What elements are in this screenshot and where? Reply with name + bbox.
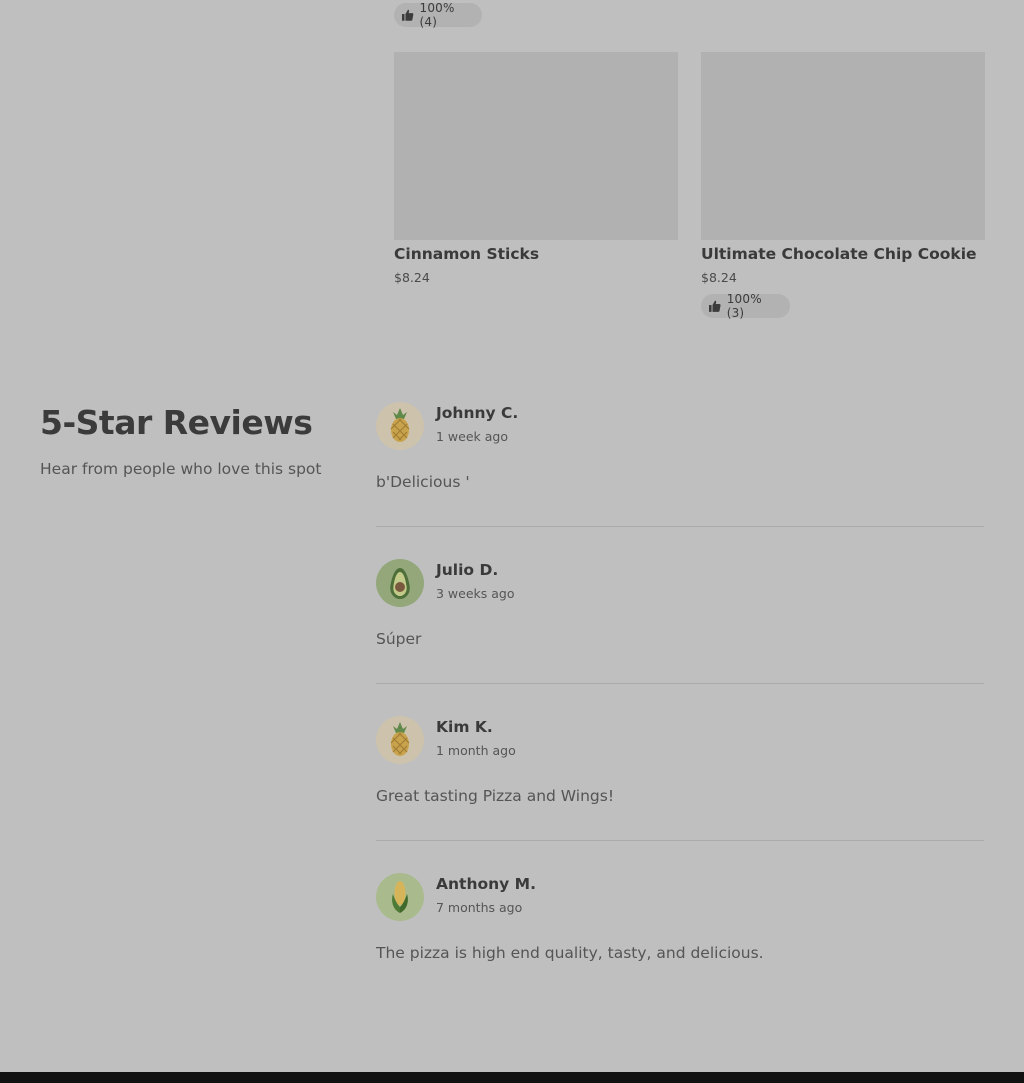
avatar [376, 873, 424, 921]
review-text: b'Delicious ' [376, 473, 470, 491]
product-image-placeholder[interactable] [701, 52, 985, 240]
rating-badge: 100% (4) [394, 1, 482, 29]
review-item: Julio D. 3 weeks ago Súper [376, 559, 984, 659]
product-name: Cinnamon Sticks [394, 245, 540, 263]
product-name: Ultimate Chocolate Chip Cookie [701, 245, 977, 263]
review-time: 1 month ago [436, 743, 516, 758]
product-card[interactable]: Ultimate Chocolate Chip Cookie $8.24 100… [701, 52, 985, 320]
product-price: $8.24 [394, 270, 430, 285]
review-time: 3 weeks ago [436, 586, 515, 601]
thumbs-up-icon [402, 9, 414, 21]
rating-text: 100% (3) [726, 292, 762, 320]
divider [376, 840, 984, 841]
reviewer-name: Kim K. [436, 718, 493, 736]
reviews-section-subtitle: Hear from people who love this spot [40, 460, 322, 478]
product-price: $8.24 [701, 270, 737, 285]
pineapple-icon [390, 408, 410, 442]
reviews-section-title: 5-Star Reviews [40, 403, 313, 442]
reviewer-name: Johnny C. [436, 404, 519, 422]
review-item: Johnny C. 1 week ago b'Delicious ' [376, 402, 984, 502]
thumbs-up-icon [709, 300, 721, 312]
avocado-icon [390, 568, 410, 599]
review-time: 1 week ago [436, 429, 508, 444]
product-card[interactable]: Cinnamon Sticks $8.24 [394, 52, 678, 285]
rating-badge: 100% (3) [701, 292, 790, 320]
divider [376, 526, 984, 527]
corn-icon [392, 881, 408, 913]
review-time: 7 months ago [436, 900, 523, 915]
avatar [376, 559, 424, 607]
review-text: Súper [376, 630, 422, 648]
reviewer-name: Julio D. [436, 561, 499, 579]
divider [376, 683, 984, 684]
avatar [376, 402, 424, 450]
review-text: The pizza is high end quality, tasty, an… [376, 944, 764, 962]
review-item: Kim K. 1 month ago Great tasting Pizza a… [376, 716, 984, 816]
rating-text: 100% (4) [419, 1, 455, 29]
product-image-placeholder[interactable] [394, 52, 678, 240]
review-item: Anthony M. 7 months ago The pizza is hig… [376, 873, 984, 973]
review-text: Great tasting Pizza and Wings! [376, 787, 615, 805]
pineapple-icon [390, 722, 410, 756]
avatar [376, 716, 424, 764]
footer-bar [0, 1072, 1024, 1083]
reviewer-name: Anthony M. [436, 875, 536, 893]
